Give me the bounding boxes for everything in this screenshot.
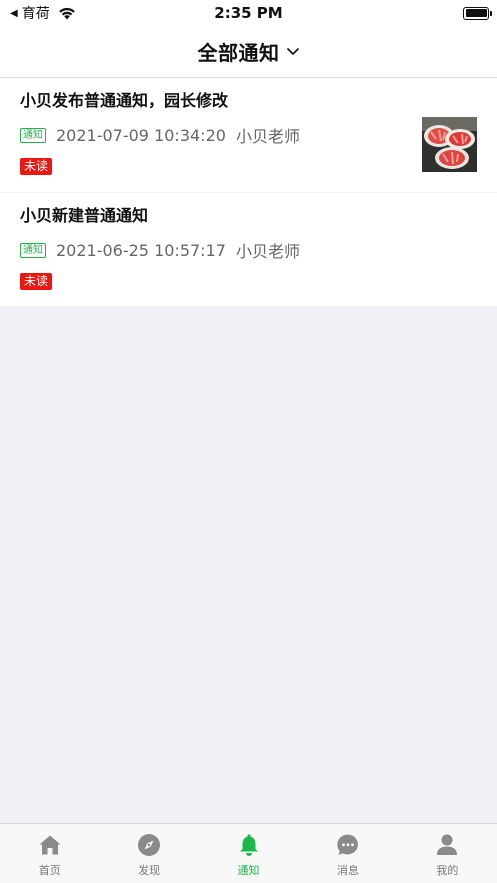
status-bar: ◀ 育荷 2:35 PM: [0, 0, 497, 26]
tab-discover[interactable]: 发现: [99, 824, 198, 883]
page-title: 全部通知: [197, 41, 280, 65]
type-tag: 通知: [20, 127, 46, 143]
tab-label: 首页: [38, 864, 61, 877]
notice-time: 2021-06-25 10:57:17: [56, 240, 226, 260]
tab-notices[interactable]: 通知: [199, 824, 298, 883]
compass-icon: [138, 834, 161, 856]
tab-label: 通知: [237, 864, 260, 877]
unread-badge: 未读: [20, 158, 53, 175]
chat-bubble-icon: [337, 834, 358, 855]
tab-label: 消息: [336, 864, 359, 877]
unread-badge: 未读: [20, 273, 53, 290]
back-arrow-icon: ◀: [10, 7, 18, 19]
filter-dropdown[interactable]: 全部通知: [198, 37, 300, 66]
tab-home[interactable]: 首页: [0, 824, 99, 883]
notice-item[interactable]: 小贝新建普通通知 通知 2021-06-25 10:57:17 小贝老师 未读: [0, 192, 497, 306]
notice-title: 小贝新建普通通知: [20, 206, 149, 225]
nav-header: 全部通知: [0, 26, 497, 78]
notice-item[interactable]: 小贝发布普通通知，园长修改 通知 2021-07-09 10:34:20 小贝老…: [0, 78, 497, 192]
notice-author: 小贝老师: [235, 242, 300, 261]
chevron-down-icon: [286, 47, 299, 56]
bell-icon: [239, 834, 258, 856]
notice-time: 2021-07-09 10:34:20: [56, 125, 226, 145]
home-icon: [39, 835, 61, 855]
tab-bar: 首页 发现 通知 消息 我的: [0, 823, 497, 883]
type-tag: 通知: [20, 242, 46, 258]
back-app-label: 育荷: [21, 6, 50, 22]
tab-label: 发现: [138, 864, 161, 877]
wifi-icon: [58, 7, 75, 19]
back-to-app[interactable]: ◀ 育荷: [10, 3, 76, 23]
user-icon: [437, 834, 458, 855]
tab-messages[interactable]: 消息: [298, 824, 397, 883]
battery-icon: [463, 6, 492, 20]
notice-list: 小贝发布普通通知，园长修改 通知 2021-07-09 10:34:20 小贝老…: [0, 78, 497, 306]
tab-label: 我的: [436, 864, 459, 877]
notice-author: 小贝老师: [235, 127, 300, 146]
notice-thumbnail[interactable]: [422, 117, 477, 172]
tab-me[interactable]: 我的: [398, 824, 497, 883]
notice-title: 小贝发布普通通知，园长修改: [20, 91, 229, 110]
